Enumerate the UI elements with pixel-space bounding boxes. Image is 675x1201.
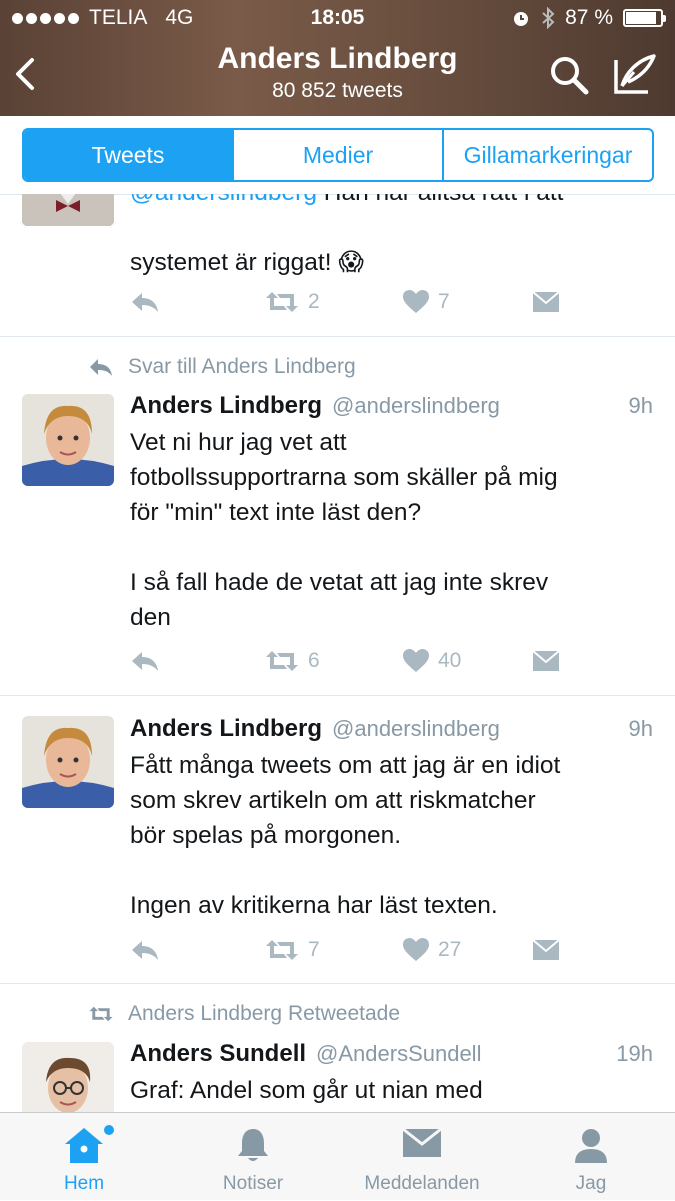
tweet-item[interactable]: Anders Lindberg @anderslindberg 9h Fått … bbox=[0, 696, 675, 984]
tweet-actions: 6 40 bbox=[130, 646, 590, 676]
status-bar: TELIA 4G 18:05 87 % bbox=[0, 0, 675, 36]
tweet-text-part: systemet är riggat! 😱 bbox=[130, 249, 364, 276]
tweet-time: 9h bbox=[628, 393, 653, 418]
like-count: 27 bbox=[438, 938, 462, 961]
retweet-context-label[interactable]: Anders Lindberg Retweetade bbox=[128, 1002, 400, 1026]
new-items-badge bbox=[104, 1125, 114, 1135]
like-count: 7 bbox=[438, 290, 450, 313]
tweet-time: 9h bbox=[628, 716, 653, 741]
tweet-header: Anders Sundell @AndersSundell 19h bbox=[130, 1039, 653, 1069]
tweet-time: 19h bbox=[616, 1041, 653, 1066]
tab-messages[interactable]: Meddelanden bbox=[338, 1113, 506, 1201]
envelope-icon bbox=[402, 1127, 442, 1157]
segmented-control: Tweets Medier Gillamarkeringar bbox=[22, 128, 654, 182]
retweet-icon bbox=[266, 940, 298, 960]
profile-header: TELIA 4G 18:05 87 % Anders Lindberg 80 8… bbox=[0, 0, 675, 116]
author-name[interactable]: Anders Lindberg bbox=[130, 391, 322, 421]
alarm-icon bbox=[514, 12, 529, 26]
battery-percent: 87 % bbox=[565, 6, 613, 29]
reply-button[interactable] bbox=[130, 935, 160, 965]
tweet-header: Anders Lindberg @anderslindberg 9h bbox=[130, 391, 653, 421]
search-icon[interactable] bbox=[548, 54, 590, 96]
segment-likes[interactable]: Gillamarkeringar bbox=[442, 130, 652, 180]
reply-context-label[interactable]: Svar till Anders Lindberg bbox=[128, 355, 356, 379]
reply-icon bbox=[132, 293, 158, 312]
tab-home[interactable]: Hem bbox=[0, 1113, 168, 1201]
envelope-icon bbox=[532, 650, 560, 671]
envelope-icon bbox=[532, 939, 560, 960]
author-handle[interactable]: @AndersSundell bbox=[316, 1039, 481, 1069]
home-icon bbox=[65, 1128, 103, 1163]
tweet-item[interactable]: Svar till Anders Lindberg Anders Lindber… bbox=[0, 337, 675, 696]
like-button[interactable]: 7 bbox=[402, 287, 450, 317]
heart-icon bbox=[403, 649, 429, 672]
tweet-item[interactable]: Anders Lindberg Retweetade Anders Sundel… bbox=[0, 984, 675, 1112]
author-handle[interactable]: @anderslindberg bbox=[332, 714, 500, 744]
tweet-actions: 2 7 bbox=[130, 287, 590, 317]
avatar[interactable] bbox=[22, 394, 114, 486]
reply-context: Svar till Anders Lindberg bbox=[88, 355, 356, 379]
reply-button[interactable] bbox=[130, 646, 160, 676]
retweet-icon bbox=[266, 292, 298, 312]
tab-label: Hem bbox=[63, 1173, 105, 1194]
envelope-icon bbox=[532, 291, 560, 312]
mention-link[interactable]: @anderslindberg bbox=[130, 194, 317, 206]
like-count: 40 bbox=[438, 649, 462, 672]
battery-icon bbox=[623, 9, 666, 27]
tab-label: Jag bbox=[575, 1173, 607, 1194]
bluetooth-icon bbox=[542, 7, 555, 29]
tweet-text: Fått många tweets om att jag är en idiot… bbox=[130, 752, 561, 919]
tweet-actions: 7 27 bbox=[130, 935, 590, 965]
avatar[interactable] bbox=[22, 194, 114, 226]
tweet-item[interactable]: @anderslindberg Han har alltså rätt i at… bbox=[0, 194, 675, 337]
retweet-button[interactable]: 2 bbox=[264, 287, 320, 317]
retweet-count: 2 bbox=[308, 290, 320, 313]
author-handle[interactable]: @anderslindberg bbox=[332, 391, 500, 421]
direct-message-button[interactable] bbox=[532, 287, 560, 317]
compose-icon[interactable] bbox=[612, 52, 658, 98]
person-icon bbox=[575, 1129, 607, 1163]
tweet-text: Vet ni hur jag vet att fotbollssupportra… bbox=[130, 429, 558, 631]
heart-icon bbox=[403, 938, 429, 961]
tab-bar: Hem Notiser Meddelanden Jag bbox=[0, 1112, 675, 1200]
tab-me[interactable]: Jag bbox=[507, 1113, 675, 1201]
author-name[interactable]: Anders Sundell bbox=[130, 1039, 306, 1069]
reply-icon bbox=[132, 652, 158, 671]
reply-icon bbox=[132, 941, 158, 960]
like-button[interactable]: 27 bbox=[402, 935, 461, 965]
retweet-context: Anders Lindberg Retweetade bbox=[88, 1002, 400, 1026]
author-name[interactable]: Anders Lindberg bbox=[130, 714, 322, 744]
segment-tweets[interactable]: Tweets bbox=[24, 130, 232, 180]
direct-message-button[interactable] bbox=[532, 935, 560, 965]
tab-notifications[interactable]: Notiser bbox=[169, 1113, 337, 1201]
retweet-button[interactable]: 6 bbox=[264, 646, 320, 676]
tweet-text: Graf: Andel som går ut nian med bbox=[130, 1077, 483, 1104]
direct-message-button[interactable] bbox=[532, 646, 560, 676]
status-right: 87 % bbox=[511, 6, 666, 30]
segment-bar: Tweets Medier Gillamarkeringar bbox=[0, 116, 675, 195]
avatar[interactable] bbox=[22, 1042, 114, 1112]
retweet-icon bbox=[89, 1006, 113, 1022]
retweet-button[interactable]: 7 bbox=[264, 935, 320, 965]
reply-icon bbox=[90, 359, 112, 376]
tweet-header: Anders Lindberg @anderslindberg 9h bbox=[130, 714, 653, 744]
reply-button[interactable] bbox=[130, 287, 160, 317]
like-button[interactable]: 40 bbox=[402, 646, 461, 676]
bell-icon bbox=[238, 1129, 268, 1161]
retweet-count: 7 bbox=[308, 938, 320, 961]
retweet-icon bbox=[266, 651, 298, 671]
tweet-text: @anderslindberg Han har alltså rätt i at… bbox=[130, 194, 651, 280]
tab-label: Notiser bbox=[222, 1173, 284, 1194]
segment-media[interactable]: Medier bbox=[232, 130, 442, 180]
heart-icon bbox=[403, 290, 429, 313]
avatar[interactable] bbox=[22, 716, 114, 808]
tab-label: Meddelanden bbox=[364, 1173, 480, 1194]
tweet-text-part: Han har alltså rätt i att bbox=[317, 194, 564, 206]
battery-fill bbox=[626, 12, 656, 24]
timeline[interactable]: @anderslindberg Han har alltså rätt i at… bbox=[0, 194, 675, 1112]
retweet-count: 6 bbox=[308, 649, 320, 672]
